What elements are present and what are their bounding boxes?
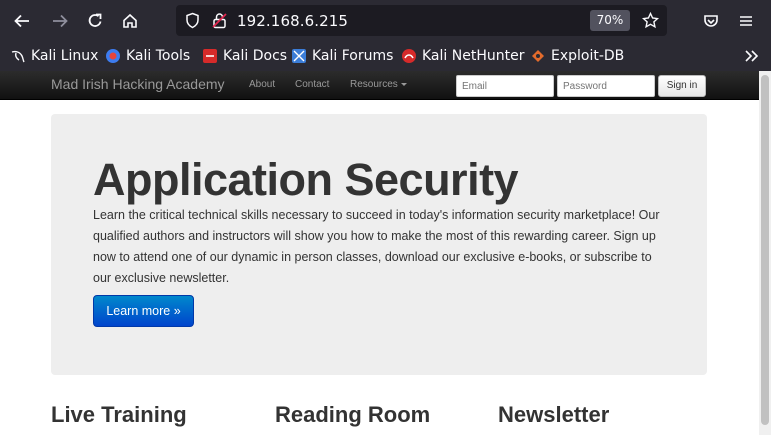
hamburger-menu-icon [740, 16, 752, 26]
kali-tools-icon [106, 49, 120, 63]
pocket-icon [704, 15, 718, 27]
forward-button[interactable] [46, 7, 74, 35]
signin-button[interactable]: Sign in [658, 75, 706, 97]
url-bar[interactable]: 192.168.6.215 70% [176, 5, 667, 36]
bookmark-label: Kali Linux [31, 48, 99, 64]
bookmark-label: Kali Docs [223, 48, 288, 64]
site-navbar: Mad Irish Hacking Academy About Contact … [0, 71, 759, 100]
home-button[interactable] [116, 7, 144, 35]
arrow-right-icon [53, 14, 68, 28]
bookmark-kali-nethunter[interactable]: Kali NetHunter [401, 47, 524, 65]
page-viewport: Mad Irish Hacking Academy About Contact … [0, 71, 759, 435]
pocket-button[interactable] [697, 7, 725, 35]
zoom-badge[interactable]: 70% [590, 10, 630, 31]
home-icon [123, 13, 137, 28]
bookmarks-overflow-button[interactable] [737, 42, 765, 70]
bookmark-label: Exploit-DB [551, 48, 625, 64]
bookmarks-bar: Kali Linux Kali Tools Kali Docs Kali For… [0, 41, 771, 71]
back-button[interactable] [8, 7, 36, 35]
site-brand[interactable]: Mad Irish Hacking Academy [51, 76, 225, 92]
menu-button[interactable] [732, 7, 760, 35]
kali-dragon-icon [11, 50, 25, 63]
bookmark-label: Kali NetHunter [422, 48, 525, 64]
password-input[interactable] [557, 75, 655, 97]
heading-newsletter: Newsletter [498, 402, 610, 427]
reload-button[interactable] [81, 7, 109, 35]
bookmark-kali-tools[interactable]: Kali Tools [105, 47, 190, 65]
insecure-lock-icon [212, 13, 227, 29]
bookmark-kali-docs[interactable]: Kali Docs [202, 47, 287, 65]
page-scrollbar[interactable] [759, 71, 771, 435]
browser-toolbar: 192.168.6.215 70% [0, 0, 771, 41]
hero-title: Application Security [93, 154, 519, 205]
reload-icon [88, 13, 102, 27]
bookmark-kali-forums[interactable]: Kali Forums [291, 47, 393, 65]
learn-more-button[interactable]: Learn more » [93, 295, 194, 327]
bookmark-exploit-db[interactable]: Exploit-DB [530, 47, 624, 65]
url-text: 192.168.6.215 [237, 12, 349, 30]
bookmark-kali-linux[interactable]: Kali Linux [10, 47, 98, 65]
nav-about[interactable]: About [249, 79, 275, 90]
scrollbar-thumb[interactable] [761, 75, 769, 425]
kali-docs-icon [203, 49, 217, 63]
hero-unit: Application Security Learn the critical … [51, 114, 707, 375]
exploit-db-icon [532, 50, 544, 62]
kali-forums-icon [292, 49, 306, 63]
bookmark-label: Kali Forums [312, 48, 394, 64]
email-input[interactable] [456, 75, 554, 97]
nav-contact[interactable]: Contact [295, 79, 329, 90]
bookmark-label: Kali Tools [126, 48, 191, 64]
heading-reading-room: Reading Room [275, 402, 431, 427]
caret-down-icon [400, 82, 407, 86]
nav-resources-label: Resources [350, 79, 398, 90]
hero-text: Learn the critical technical skills nece… [93, 208, 660, 285]
star-icon[interactable] [642, 12, 659, 29]
shield-icon [186, 12, 199, 29]
nav-resources[interactable]: Resources [350, 79, 407, 90]
heading-live-training: Live Training [51, 402, 187, 427]
arrow-left-icon [14, 14, 29, 28]
double-chevron-right-icon [745, 50, 759, 62]
kali-nethunter-icon [402, 49, 416, 63]
